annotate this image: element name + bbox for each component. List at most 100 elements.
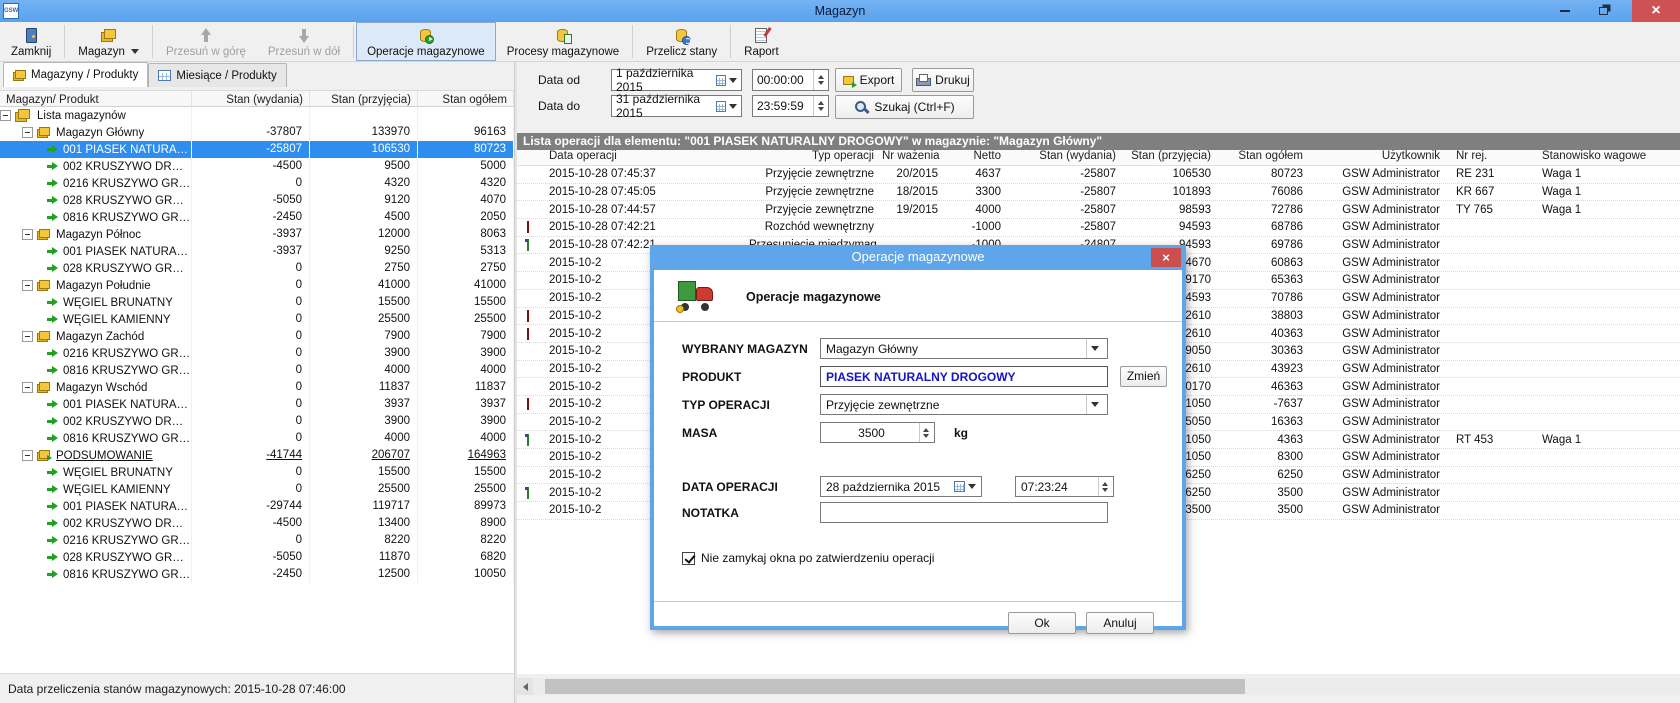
tree-row[interactable]: 028 KRUSZYWO GR…027502750	[0, 260, 514, 277]
checkbox-checked-icon[interactable]	[682, 552, 695, 565]
tree-item[interactable]: Lista magazynów	[0, 107, 192, 124]
expander-icon[interactable]	[22, 127, 33, 138]
date-from-input[interactable]: 1 października 2015	[611, 69, 742, 91]
chevron-down-icon[interactable]	[968, 484, 976, 489]
tree-row[interactable]: 0216 KRUSZYWO GR…039003900	[0, 345, 514, 362]
column-header[interactable]: Stan (wydania)	[192, 91, 310, 108]
column-header[interactable]: Nr ważenia	[878, 150, 942, 165]
tree-row[interactable]: 028 KRUSZYWO GR…-5050118706820	[0, 549, 514, 566]
tree-row[interactable]: PODSUMOWANIE-41744206707164963	[0, 447, 514, 464]
data-operacji-input[interactable]: 28 października 2015	[820, 476, 982, 497]
tree-row[interactable]: 001 PIASEK NATURA…039373937	[0, 396, 514, 413]
ok-button[interactable]: Ok	[1008, 612, 1076, 634]
tree-row[interactable]: 002 KRUSZYWO DR…-450095005000	[0, 158, 514, 175]
magazyn-select[interactable]: Magazyn Główny	[820, 338, 1108, 359]
tree-row[interactable]: Magazyn Wschód01183711837	[0, 379, 514, 396]
zmien-button[interactable]: Zmień	[1120, 366, 1167, 387]
tree-row[interactable]: 001 PIASEK NATURA…-393792505313	[0, 243, 514, 260]
column-header[interactable]: Stan (wydania)	[1005, 150, 1120, 165]
tree-row[interactable]: WĘGIEL KAMIENNY02550025500	[0, 311, 514, 328]
toolbar-button-przelicz-stany[interactable]: Przelicz stany	[635, 22, 728, 61]
tree-item[interactable]: 001 PIASEK NATURA…	[0, 141, 192, 158]
expander-icon[interactable]	[22, 331, 33, 342]
column-header[interactable]: Stan ogółem	[1215, 150, 1307, 165]
produkt-field[interactable]: PIASEK NATURALNY DROGOWY	[820, 366, 1108, 387]
spinner-buttons[interactable]	[1098, 477, 1108, 496]
toolbar-button-procesy-magazynowe[interactable]: Procesy magazynowe	[496, 22, 631, 61]
tree-row[interactable]: 001 PIASEK NATURA…-2580710653080723	[0, 141, 514, 158]
tree-item[interactable]: 0216 KRUSZYWO GR…	[0, 345, 192, 362]
column-header[interactable]: Stan ogółem	[418, 91, 514, 108]
tree-item[interactable]: Magazyn Główny	[0, 124, 192, 141]
restore-button[interactable]	[1588, 0, 1618, 22]
tree-row[interactable]: 0216 KRUSZYWO GR…043204320	[0, 175, 514, 192]
tree-row[interactable]: WĘGIEL BRUNATNY01550015500	[0, 294, 514, 311]
tree-item[interactable]: 0816 KRUSZYWO GR…	[0, 209, 192, 226]
search-button[interactable]: Szukaj (Ctrl+F)	[835, 95, 974, 119]
chevron-down-icon[interactable]	[729, 78, 737, 83]
expander-icon[interactable]	[0, 110, 11, 121]
toolbar-button-raport[interactable]: Raport	[733, 22, 790, 61]
tree-item[interactable]: Magazyn Południe	[0, 277, 192, 294]
table-row[interactable]: 2015-10-28 07:42:21Rozchód wewnętrzny-10…	[517, 219, 1680, 237]
czas-operacji-spinner[interactable]: 07:23:24	[1015, 476, 1114, 497]
column-header[interactable]: Stan (przyjęcia)	[1120, 150, 1215, 165]
time-from-input[interactable]: 00:00:00	[752, 69, 829, 91]
tree-row[interactable]: Magazyn Główny-3780713397096163	[0, 124, 514, 141]
column-header[interactable]: Użytkownik	[1307, 150, 1444, 165]
tree-row[interactable]: Magazyn Południe04100041000	[0, 277, 514, 294]
tree-row[interactable]: Magazyn Zachód079007900	[0, 328, 514, 345]
tree-item[interactable]: 0216 KRUSZYWO GR…	[0, 532, 192, 549]
spin-up-icon[interactable]	[818, 75, 824, 79]
spinner-buttons[interactable]	[919, 423, 929, 442]
expander-icon[interactable]	[22, 280, 33, 291]
column-header[interactable]: Magazyn/ Produkt	[0, 91, 192, 108]
tree-item[interactable]: Magazyn Północ	[0, 226, 192, 243]
expander-icon[interactable]	[22, 229, 33, 240]
time-to-input[interactable]: 23:59:59	[752, 95, 829, 117]
tree-row[interactable]: 0816 KRUSZYWO GR…-24501250010050	[0, 566, 514, 583]
column-header[interactable]: Stan (przyjęcia)	[310, 91, 418, 108]
keep-open-checkbox-row[interactable]: Nie zamykaj okna po zatwierdzeniu operac…	[682, 551, 934, 565]
tab-miesiace-produkty[interactable]: Miesiące / Produkty	[148, 63, 286, 87]
table-row[interactable]: 2015-10-28 07:44:57Przyjęcie zewnętrzne1…	[517, 201, 1680, 219]
tree-row[interactable]: Magazyn Północ-3937120008063	[0, 226, 514, 243]
tree-item[interactable]: WĘGIEL KAMIENNY	[0, 311, 192, 328]
tree-item[interactable]: 028 KRUSZYWO GR…	[0, 260, 192, 277]
tree-item[interactable]: WĘGIEL BRUNATNY	[0, 464, 192, 481]
tree-row[interactable]: WĘGIEL KAMIENNY02550025500	[0, 481, 514, 498]
spin-down-icon[interactable]	[818, 107, 824, 111]
column-header[interactable]: Stanowisko wagowe	[1530, 150, 1675, 165]
toolbar-button-operacje-magazynowe[interactable]: Operacje magazynowe	[356, 22, 496, 61]
tree-item[interactable]: Magazyn Zachód	[0, 328, 192, 345]
tree-row[interactable]: 0216 KRUSZYWO GR…082208220	[0, 532, 514, 549]
chevron-down-icon[interactable]	[729, 104, 737, 109]
tree-row[interactable]: 002 KRUSZYWO DR…-4500134008900	[0, 515, 514, 532]
scrollbar-thumb[interactable]	[545, 679, 1245, 694]
tree-item[interactable]: 0816 KRUSZYWO GR…	[0, 362, 192, 379]
tab-magazyny-produkty[interactable]: Magazyny / Produkty	[3, 62, 148, 87]
tree-row[interactable]: 001 PIASEK NATURA…-2974411971789973	[0, 498, 514, 515]
scroll-left-arrow-icon[interactable]	[517, 678, 533, 695]
spin-up-icon[interactable]	[923, 428, 929, 432]
column-header[interactable]: Netto	[942, 150, 1005, 165]
column-header[interactable]: Typ operacji	[745, 150, 878, 165]
tree-item[interactable]: Magazyn Wschód	[0, 379, 192, 396]
spin-up-icon[interactable]	[818, 101, 824, 105]
anuluj-button[interactable]: Anuluj	[1086, 612, 1154, 634]
column-header[interactable]: Data operacji	[545, 150, 745, 165]
tree-item[interactable]: 0216 KRUSZYWO GR…	[0, 175, 192, 192]
tree-row[interactable]: WĘGIEL BRUNATNY01550015500	[0, 464, 514, 481]
tree-item[interactable]: WĘGIEL KAMIENNY	[0, 481, 192, 498]
table-row[interactable]: 2015-10-28 07:45:05Przyjęcie zewnętrzne1…	[517, 184, 1680, 202]
tree-row[interactable]: 0816 KRUSZYWO GR…-245045002050	[0, 209, 514, 226]
tree-row[interactable]: 028 KRUSZYWO GR…-505091204070	[0, 192, 514, 209]
print-button[interactable]: Drukuj	[912, 68, 974, 92]
horizontal-scrollbar[interactable]	[517, 678, 1680, 695]
tree-row[interactable]: 0816 KRUSZYWO GR…040004000	[0, 362, 514, 379]
tree-item[interactable]: 028 KRUSZYWO GR…	[0, 192, 192, 209]
tree-item[interactable]: 002 KRUSZYWO DR…	[0, 515, 192, 532]
tree-row[interactable]: 002 KRUSZYWO DR…039003900	[0, 413, 514, 430]
dialog-close-button[interactable]: ×	[1151, 248, 1181, 267]
close-button[interactable]: ×	[1632, 0, 1680, 22]
